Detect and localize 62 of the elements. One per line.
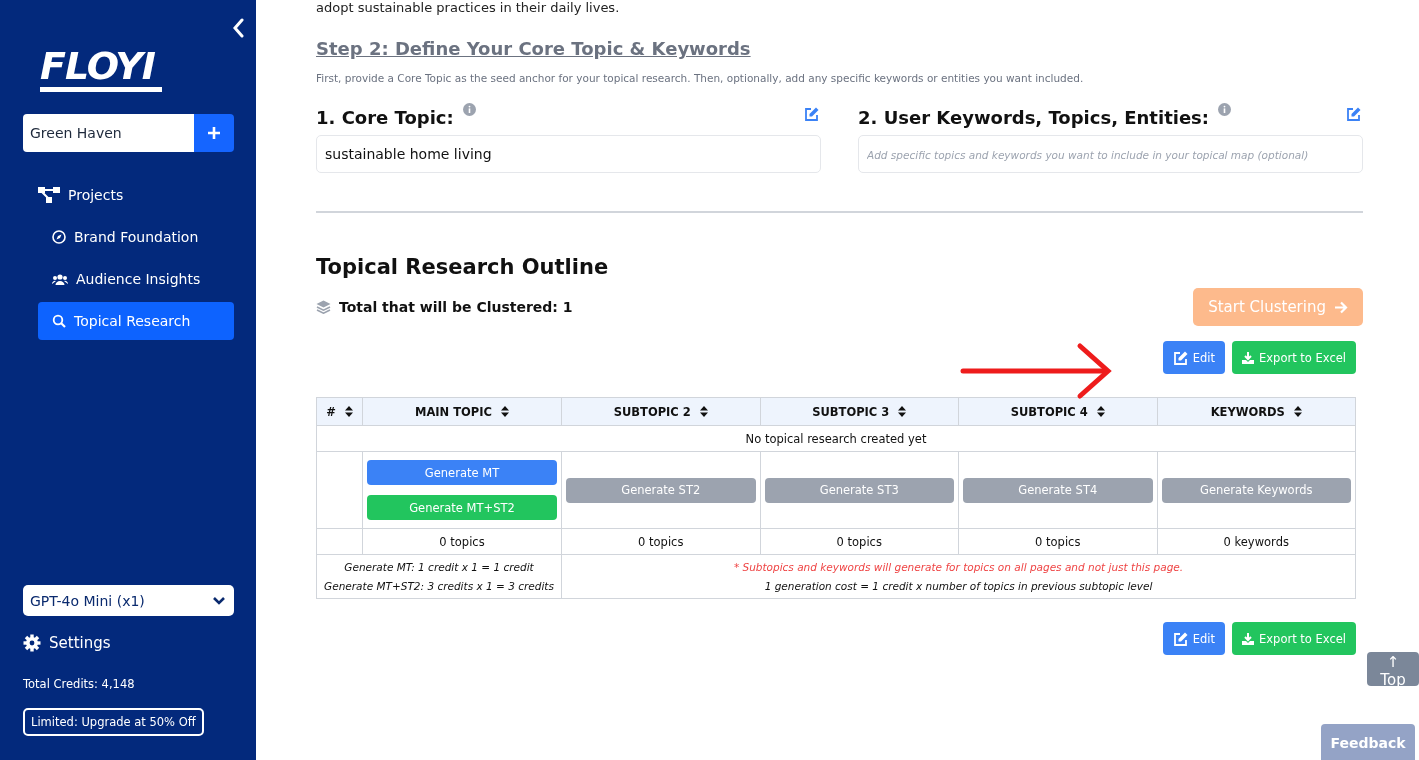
- sort-icon[interactable]: [699, 406, 708, 417]
- cost-note: Generate MT: 1 credit x 1 = 1 credit: [343, 561, 535, 573]
- project-field[interactable]: Green Haven: [23, 114, 194, 152]
- upgrade-button[interactable]: Limited: Upgrade at 50% Off: [23, 708, 204, 736]
- total-text: Total that will be Clustered: 1: [339, 299, 573, 315]
- settings-link[interactable]: Settings: [23, 634, 234, 652]
- empty-message: No topical research created yet: [316, 425, 1356, 452]
- sort-icon[interactable]: [501, 406, 509, 417]
- plus-icon: [207, 126, 221, 140]
- field-label: 2. User Keywords, Topics, Entities:: [858, 107, 1210, 128]
- compass-icon: [52, 230, 66, 244]
- chevron-down-icon: [212, 595, 226, 606]
- sort-icon[interactable]: [898, 406, 907, 417]
- search-icon: [52, 314, 66, 328]
- collapse-icon[interactable]: [232, 18, 244, 38]
- nav-item[interactable]: Projects: [23, 176, 234, 214]
- edit-icon: [1172, 631, 1188, 646]
- layers-icon: [316, 300, 331, 314]
- sort-icon[interactable]: [344, 406, 353, 417]
- sitemap-icon: [38, 186, 60, 204]
- edit-button[interactable]: Edit: [1162, 341, 1226, 374]
- count-cell: 0 topics: [362, 528, 562, 555]
- step-description: First, provide a Core Topic as the seed anchor for your topical research. Then, optionally, add any specific keywords or entities you want included.: [316, 72, 1085, 84]
- nav-item[interactable]: Topical Research: [38, 302, 234, 340]
- edit-button[interactable]: Edit: [1162, 622, 1226, 655]
- sort-icon[interactable]: [1293, 406, 1302, 417]
- generate-button[interactable]: Generate MT: [367, 460, 557, 485]
- model-select[interactable]: GPT-4o Mini (x1): [23, 585, 234, 616]
- edit-icon: [1172, 350, 1188, 365]
- cost-note: 1 generation cost = 1 credit x number of topics in previous subtopic level: [763, 580, 1154, 592]
- warning-note: * Subtopics and keywords will generate for topics on all pages and not just this page.: [732, 561, 1185, 573]
- nav-item[interactable]: Brand Foundation: [38, 218, 234, 256]
- column-header[interactable]: SUBTOPIC 3: [760, 397, 959, 426]
- column-header[interactable]: SUBTOPIC 2: [561, 397, 760, 426]
- column-header[interactable]: SUBTOPIC 4: [958, 397, 1157, 426]
- download-icon: [1242, 351, 1255, 364]
- count-cell: 0 topics: [760, 528, 959, 555]
- column-header[interactable]: MAIN TOPIC: [362, 397, 562, 426]
- users-icon: [52, 273, 68, 285]
- cost-note: Generate MT+ST2: 3 credits x 1 = 3 credits: [323, 580, 555, 592]
- intro-text: adopt sustainable practices in their daily lives.: [316, 0, 621, 16]
- edit-icon[interactable]: [1346, 107, 1361, 121]
- download-icon: [1242, 632, 1255, 645]
- credits-text: Total Credits: 4,148: [23, 677, 136, 691]
- back-to-top-button[interactable]: ↑ Top: [1367, 652, 1419, 686]
- column-header[interactable]: KEYWORDS: [1157, 397, 1356, 426]
- logo: FLOYI: [40, 46, 162, 92]
- field-label: 1. Core Topic:: [316, 107, 454, 128]
- section-heading: Topical Research Outline: [316, 255, 610, 279]
- nav-item[interactable]: Audience Insights: [38, 260, 234, 298]
- count-cell: 0 keywords: [1157, 528, 1356, 555]
- sort-icon[interactable]: [1096, 406, 1105, 417]
- settings-icon: [23, 634, 41, 652]
- column-header[interactable]: #: [316, 397, 363, 426]
- count-cell: 0 topics: [561, 528, 760, 555]
- core-topic-field[interactable]: sustainable home living: [316, 135, 821, 173]
- arrow-right-icon: [1334, 300, 1348, 314]
- keywords-field[interactable]: Add specific topics and keywords you want to include in your topical map (optional): [858, 135, 1363, 173]
- add-project-button[interactable]: [194, 114, 234, 152]
- step-heading: Step 2: Define Your Core Topic & Keywords: [316, 38, 752, 59]
- edit-icon[interactable]: [804, 107, 819, 121]
- count-cell: 0 topics: [958, 528, 1157, 555]
